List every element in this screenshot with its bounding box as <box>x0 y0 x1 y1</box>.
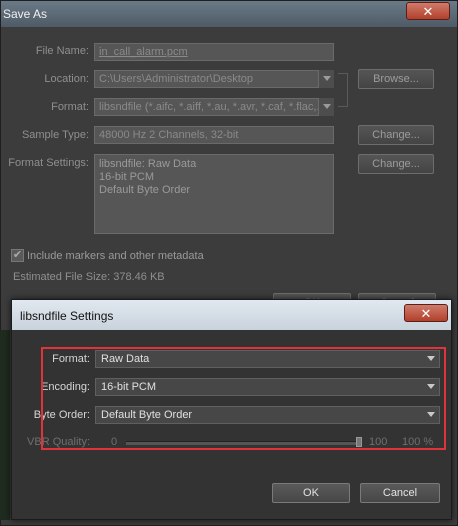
format-label: Format: <box>51 101 89 113</box>
highlight-box <box>41 347 446 450</box>
sample-type-label: Sample Type: <box>21 129 89 141</box>
format-dropdown[interactable]: libsndfile (*.aifc, *.aiff, *.au, *.avr,… <box>94 98 334 116</box>
estimated-file-size: Estimated File Size: 378.46 KB <box>13 271 165 283</box>
checkmark-icon: ✔ <box>12 249 23 261</box>
bracket-divider <box>338 73 348 107</box>
libsndfile-title: libsndfile Settings <box>20 309 114 323</box>
format-value: libsndfile (*.aifc, *.aiff, *.au, *.avr,… <box>99 101 326 113</box>
save-as-titlebar[interactable]: Save As ✕ <box>1 1 457 27</box>
location-value: C:\Users\Administrator\Desktop <box>99 73 254 85</box>
format-settings-line-3: Default Byte Order <box>99 184 191 196</box>
file-name-label: File Name: <box>35 45 89 57</box>
sample-type-field: 48000 Hz 2 Channels, 32-bit <box>94 126 334 144</box>
location-chevron-down-icon[interactable] <box>318 70 334 88</box>
browse-button[interactable]: Browse... <box>358 69 434 89</box>
include-metadata-checkbox[interactable]: ✔ <box>11 249 24 262</box>
format-settings-label: Format Settings: <box>8 157 89 169</box>
libsndfile-settings-dialog: libsndfile Settings ✕ Format: Raw Data E… <box>11 299 452 520</box>
format-settings-box: libsndfile: Raw Data 16-bit PCM Default … <box>94 154 334 234</box>
file-name-input[interactable]: in_call_alarm.pcm <box>94 43 334 61</box>
location-label: Location: <box>44 73 89 85</box>
libsndfile-close-button[interactable]: ✕ <box>404 304 448 322</box>
libsndfile-titlebar[interactable]: libsndfile Settings ✕ <box>12 300 451 330</box>
save-as-close-button[interactable]: ✕ <box>406 2 450 20</box>
lib-ok-button[interactable]: OK <box>272 483 350 503</box>
format-settings-line-1: libsndfile: Raw Data <box>99 158 197 170</box>
waveform-strip <box>0 330 10 520</box>
format-settings-line-2: 16-bit PCM <box>99 171 155 183</box>
location-dropdown[interactable]: C:\Users\Administrator\Desktop <box>94 70 334 88</box>
close-icon: ✕ <box>420 306 432 321</box>
lib-cancel-button[interactable]: Cancel <box>360 483 440 503</box>
sample-type-change-button[interactable]: Change... <box>358 125 434 145</box>
close-icon: ✕ <box>422 4 434 19</box>
format-chevron-down-icon[interactable] <box>318 98 334 116</box>
save-as-title: Save As <box>3 7 48 21</box>
format-settings-change-button[interactable]: Change... <box>358 154 434 174</box>
include-metadata-label: Include markers and other metadata <box>27 250 204 262</box>
